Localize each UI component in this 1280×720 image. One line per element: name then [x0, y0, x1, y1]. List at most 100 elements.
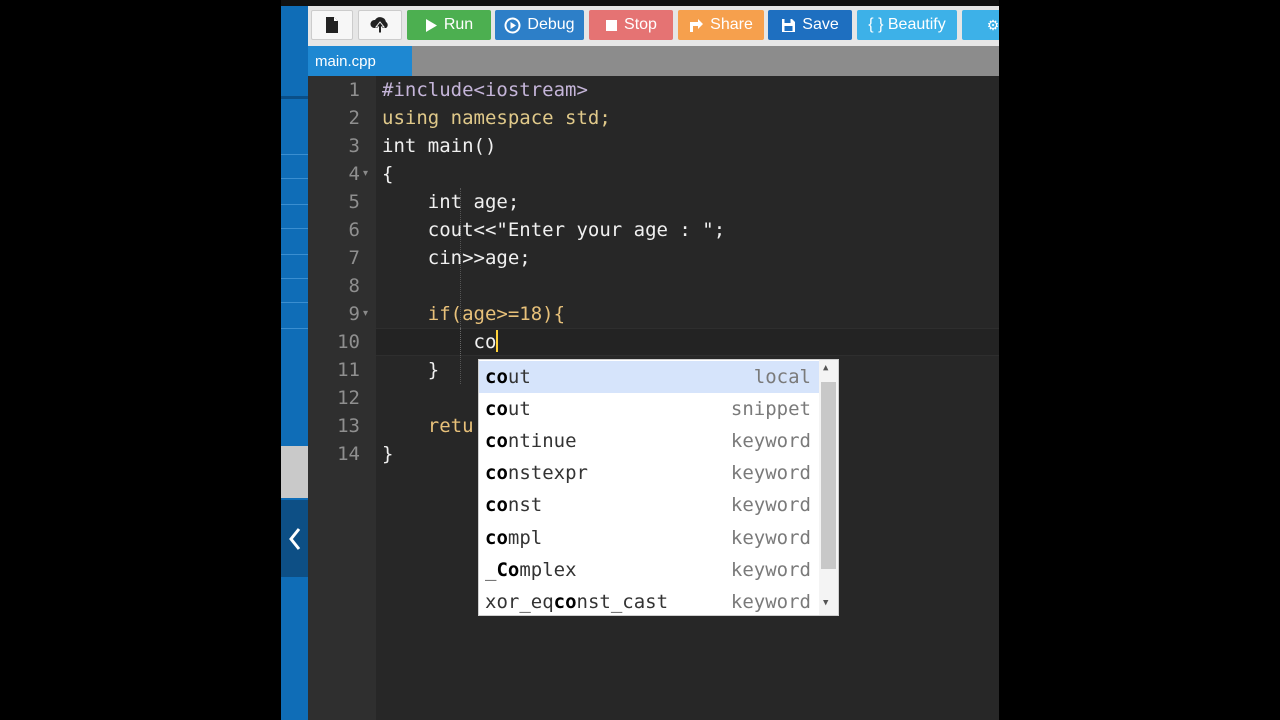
toolbar: Run Debug Stop Share Save { } Beautify ⚙ [308, 6, 999, 46]
autocomplete-item[interactable]: compl keyword [479, 522, 819, 554]
line-number: 11 [337, 359, 360, 381]
run-button[interactable]: Run [407, 10, 491, 40]
debug-button[interactable]: Debug [495, 10, 584, 40]
sidebar-divider [281, 302, 308, 303]
file-icon [326, 17, 338, 33]
match-prefix: co [485, 494, 508, 516]
fold-arrow-icon[interactable]: ▾ [363, 160, 368, 188]
tab-main-cpp[interactable]: main.cpp [308, 46, 412, 76]
code-line: cout<<"Enter your age : "; [382, 219, 726, 241]
autocomplete-item[interactable]: cout snippet [479, 393, 819, 425]
code-line: cin>>age; [382, 247, 531, 269]
line-number: 1 [348, 79, 360, 101]
suggestion-kind: keyword [730, 591, 811, 613]
autocomplete-item[interactable]: xor_eqconst_cast keyword [479, 586, 819, 618]
scrollbar-thumb[interactable] [821, 382, 836, 569]
suggestion-rest: nst_cast [576, 591, 669, 613]
scroll-down-icon[interactable]: ▼ [823, 598, 828, 608]
code-line: } [382, 359, 440, 381]
save-icon [782, 18, 796, 32]
fold-arrow-icon[interactable]: ▾ [363, 300, 368, 328]
stop-button[interactable]: Stop [589, 10, 673, 40]
tab-label: main.cpp [315, 52, 376, 70]
sidebar-divider [281, 178, 308, 179]
suggestion-rest: ut [507, 398, 531, 420]
sidebar-divider [281, 254, 308, 255]
autocomplete-item[interactable]: constexpr keyword [479, 457, 819, 489]
upload-icon [370, 17, 388, 34]
settings-button[interactable]: ⚙ [962, 10, 999, 40]
code-line: } [382, 443, 394, 465]
file-tab-bar: main.cpp [308, 46, 999, 76]
stop-icon [606, 19, 618, 31]
line-number: 9 [348, 303, 360, 325]
suggestion-kind: snippet [730, 398, 811, 420]
save-button[interactable]: Save [768, 10, 852, 40]
run-label: Run [443, 16, 474, 33]
suggestion-rest: ntinue [507, 430, 577, 452]
collapse-sidebar-button[interactable] [281, 500, 308, 577]
new-file-button[interactable] [311, 10, 353, 40]
suggestion-kind: keyword [730, 527, 811, 549]
match-prefix: co [485, 527, 508, 549]
suggestion-rest: mplex [519, 559, 577, 581]
stop-label: Stop [624, 16, 657, 33]
code-line: if(age>=18){ [382, 303, 566, 325]
autocomplete-item[interactable]: continue keyword [479, 425, 819, 457]
line-number: 12 [337, 387, 360, 409]
scroll-up-icon[interactable]: ▲ [823, 363, 828, 373]
code-line-current: co [382, 328, 499, 356]
sidebar-divider [281, 328, 308, 329]
line-number: 5 [348, 191, 360, 213]
autocomplete-item[interactable]: const keyword [479, 489, 819, 521]
match-prefix: co [485, 366, 508, 388]
code-line: using namespace std; [382, 107, 611, 129]
autocomplete-popup: cout local cout snippet continue keyword… [478, 359, 839, 616]
suggestion-rest: ut [507, 366, 531, 388]
autocomplete-item[interactable]: cout local [479, 361, 819, 393]
upload-button[interactable] [358, 10, 402, 40]
match-prefix: co [485, 462, 508, 484]
line-number: 8 [348, 275, 360, 297]
line-number: 10 [337, 331, 360, 353]
code-line: retu [382, 415, 474, 437]
match-prefix: Co [496, 559, 520, 581]
suggestion-kind: local [753, 366, 811, 388]
line-number: 14 [337, 443, 360, 465]
left-sidebar [281, 6, 308, 720]
line-number: 7 [348, 247, 360, 269]
settings-icon: ⚙ [986, 16, 999, 33]
typed-text: co [382, 331, 497, 353]
sidebar-divider [281, 96, 308, 99]
autocomplete-item[interactable]: _Complex keyword [479, 554, 819, 586]
code-line: { [382, 163, 394, 185]
suggestion-kind: keyword [730, 494, 811, 516]
line-number: 6 [348, 219, 360, 241]
autocomplete-scrollbar[interactable]: ▲ ▼ [819, 360, 838, 615]
sidebar-divider [281, 204, 308, 205]
code-line: int age; [382, 191, 520, 213]
suggestion-rest: nstexpr [507, 462, 588, 484]
suggestion-kind: keyword [730, 430, 811, 452]
code-line: int main() [382, 135, 497, 157]
share-icon [690, 18, 704, 32]
sidebar-divider [281, 278, 308, 279]
code-line: #include<iostream> [382, 79, 588, 101]
suggestion-pre: xor_eq [485, 591, 554, 613]
suggestion-pre: _ [485, 559, 497, 581]
beautify-button[interactable]: { } Beautify [857, 10, 957, 40]
match-prefix: co [485, 430, 508, 452]
line-number: 3 [348, 135, 360, 157]
sidebar-gray-panel [281, 446, 308, 498]
line-number: 2 [348, 107, 360, 129]
beautify-label: { } Beautify [868, 16, 946, 33]
match-prefix: co [553, 591, 577, 613]
suggestion-kind: keyword [730, 559, 811, 581]
debug-label: Debug [527, 16, 575, 33]
suggestion-rest: mpl [507, 527, 543, 549]
suggestion-rest: nst [507, 494, 543, 516]
suggestion-kind: keyword [730, 462, 811, 484]
match-prefix: co [485, 398, 508, 420]
share-button[interactable]: Share [678, 10, 764, 40]
line-number: 4 [348, 163, 360, 185]
